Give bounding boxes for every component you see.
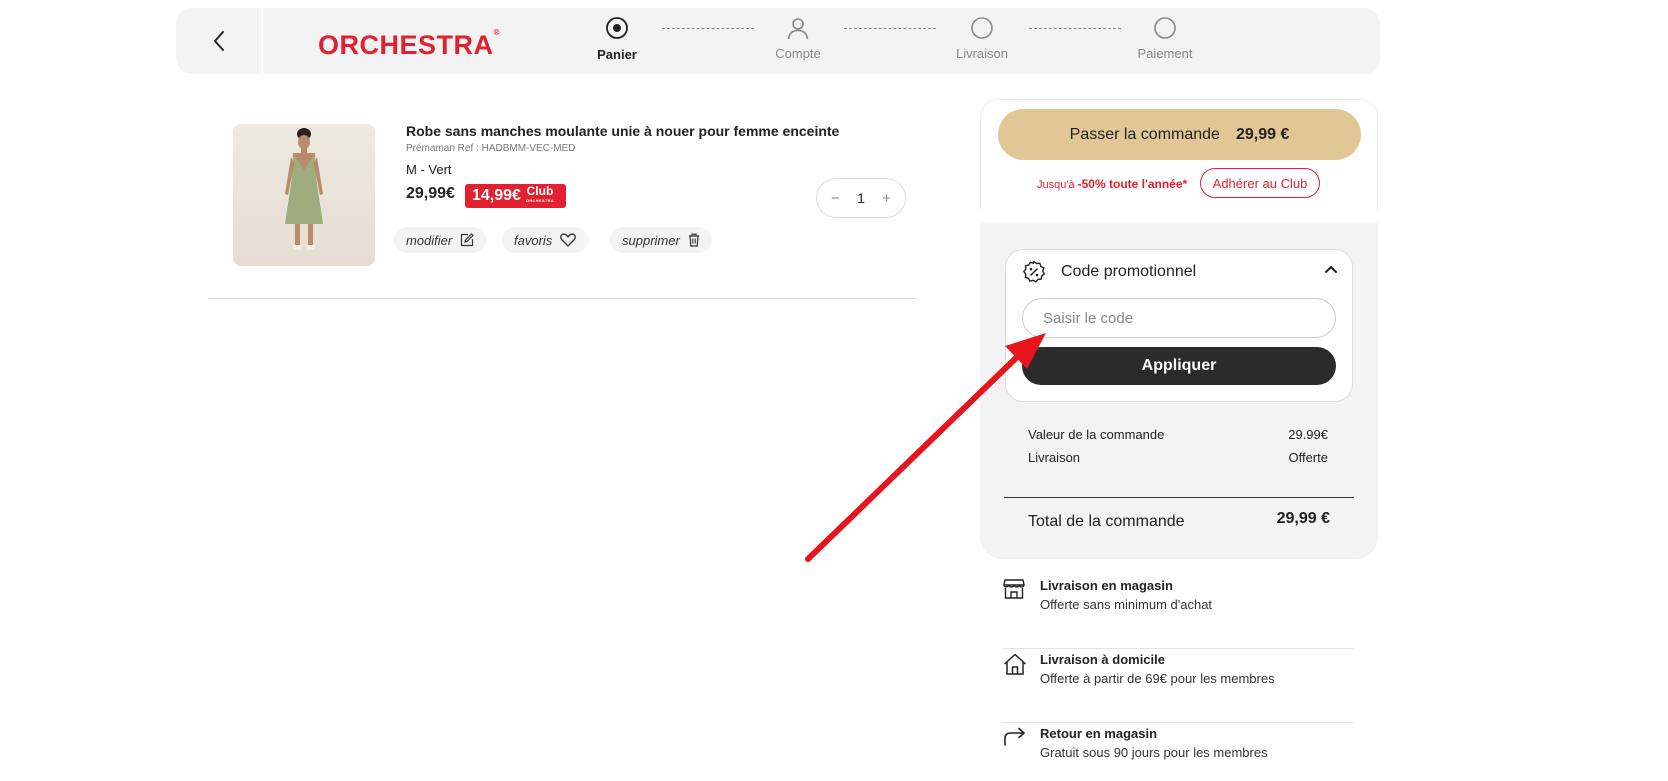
- product-variant: M - Vert: [406, 162, 452, 177]
- club-price-value: 14,99€: [472, 187, 521, 204]
- brand-logo[interactable]: ORCHESTRA®: [318, 28, 500, 61]
- step-payment[interactable]: Paiement: [1105, 16, 1225, 61]
- product-price: 29,99€: [406, 185, 455, 202]
- header-divider: [261, 8, 263, 74]
- favorites-button[interactable]: favoris: [502, 227, 589, 253]
- radio-empty-icon: [1154, 17, 1176, 39]
- checkout-box: Passer la commande 29,99 € Jusqu'à -50% …: [980, 99, 1378, 211]
- radio-selected-icon: [606, 17, 628, 39]
- dress-photo-illustration: [285, 128, 323, 250]
- edit-icon: [461, 233, 475, 247]
- club-price-badge: 14,99€ Club ORCHESTRA: [465, 184, 566, 208]
- club-logo: Club ORCHESTRA: [525, 184, 554, 203]
- remove-label: supprimer: [622, 232, 680, 248]
- increase-quantity-button[interactable]: +: [882, 190, 891, 207]
- summary-divider: [1004, 497, 1354, 498]
- promo-code-card: Code promotionnel Appliquer: [1005, 249, 1353, 402]
- service-store-delivery: Livraison en magasin Offerte sans minimu…: [1003, 575, 1353, 649]
- club-promo-text: Jusqu'à -50% toute l'année*: [1037, 177, 1188, 191]
- quantity-value: 1: [857, 190, 865, 206]
- step-label: Paiement: [1137, 46, 1193, 61]
- home-icon: [1003, 653, 1027, 675]
- promo-code-input[interactable]: [1022, 298, 1336, 338]
- promo-code-header[interactable]: Code promotionnel: [1022, 260, 1196, 284]
- product-reference: Prémaman Ref : HADBMM-VEC-MED: [406, 143, 576, 154]
- product-title[interactable]: Robe sans manches moulante unie à nouer …: [406, 123, 839, 139]
- annotation-arrow: [805, 333, 1046, 562]
- favorites-label: favoris: [514, 232, 553, 248]
- discount-badge-icon: [1022, 260, 1046, 283]
- checkout-header: ORCHESTRA® Panier Compte Livraison Paiem…: [176, 8, 1380, 74]
- service-store-return: Retour en magasin Gratuit sous 90 jours …: [1003, 723, 1353, 781]
- radio-empty-icon: [971, 17, 993, 39]
- modify-label: modifier: [406, 232, 453, 248]
- checkout-button[interactable]: Passer la commande 29,99 €: [998, 109, 1361, 160]
- step-cart[interactable]: Panier: [557, 16, 677, 62]
- checkout-amount: 29,99 €: [1235, 125, 1290, 143]
- step-account[interactable]: Compte: [738, 16, 858, 61]
- step-label: Panier: [597, 47, 637, 62]
- service-title: Livraison en magasin: [1040, 578, 1173, 593]
- return-arrow-icon: [1004, 727, 1025, 746]
- trash-icon: [688, 233, 699, 247]
- order-total-label: Total de la commande: [1028, 513, 1185, 530]
- service-subtitle: Offerte à partir de 69€ pour les membres: [1040, 671, 1275, 686]
- user-icon: [787, 18, 809, 40]
- chevron-up-icon[interactable]: [1324, 264, 1338, 274]
- summary-row-label: Livraison: [1028, 450, 1081, 465]
- apply-promo-button[interactable]: Appliquer: [1022, 347, 1336, 385]
- checkout-label: Passer la commande: [1069, 125, 1220, 143]
- summary-row-value: Offerte: [1288, 450, 1328, 465]
- join-club-button[interactable]: Adhérer au Club: [1200, 168, 1320, 198]
- remove-button[interactable]: supprimer: [610, 227, 712, 253]
- order-total-value: 29,99 €: [1276, 510, 1330, 527]
- promo-code-title: Code promotionnel: [1061, 263, 1197, 280]
- summary-row-delivery: Livraison Offerte: [1028, 450, 1328, 465]
- order-summary-panel: Code promotionnel Appliquer Valeur de la…: [980, 223, 1378, 559]
- service-subtitle: Offerte sans minimum d'achat: [1040, 597, 1213, 612]
- summary-row-value: 29.99€: [1288, 427, 1328, 442]
- step-label: Compte: [775, 46, 821, 61]
- product-image[interactable]: [233, 124, 375, 266]
- step-label: Livraison: [955, 46, 1009, 61]
- chevron-left-icon: [213, 31, 224, 51]
- decrease-quantity-button[interactable]: −: [831, 190, 840, 207]
- summary-row-label: Valeur de la commande: [1028, 427, 1165, 442]
- quantity-stepper: − 1 +: [816, 178, 906, 218]
- service-home-delivery: Livraison à domicile Offerte à partir de…: [1003, 649, 1353, 723]
- modify-button[interactable]: modifier: [394, 227, 487, 253]
- service-subtitle: Gratuit sous 90 jours pour les membres: [1040, 745, 1268, 760]
- service-title: Livraison à domicile: [1040, 652, 1165, 667]
- heart-icon: [560, 233, 577, 247]
- back-button[interactable]: [176, 8, 261, 74]
- step-delivery[interactable]: Livraison: [922, 16, 1042, 61]
- summary-row-order-value: Valeur de la commande 29.99€: [1028, 427, 1328, 442]
- item-divider: [208, 298, 916, 299]
- store-icon: [1003, 579, 1025, 599]
- service-title: Retour en magasin: [1040, 726, 1158, 741]
